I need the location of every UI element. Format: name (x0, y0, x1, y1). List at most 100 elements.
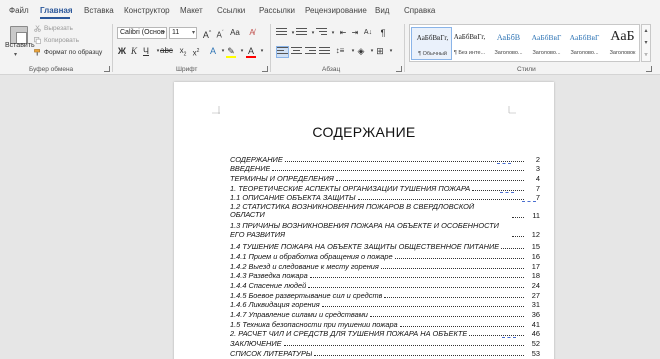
tab-home[interactable]: Главная (40, 6, 73, 15)
toc-entry[interactable]: 1. ТЕОРЕТИЧЕСКИЕ АСПЕКТЫ ОРГАНИЗАЦИИ ТУШ… (230, 183, 540, 193)
toc-entry[interactable]: 2. РАСЧЕТ ЧИЛ И СРЕДСТВ ДЛЯ ТУШЕНИЯ ПОЖА… (230, 329, 540, 339)
bullets-icon[interactable] (276, 28, 287, 38)
chevron-down-icon[interactable]: ▾ (642, 37, 650, 49)
toc-dot-leader (369, 315, 524, 317)
tab-layout[interactable]: Макет (180, 6, 203, 15)
toc-entry[interactable]: ТЕРМИНЫ И ОПРЕДЕЛЕНИЯ 4 (230, 173, 540, 183)
toc-entry[interactable]: 1.4.2 Выезд и следование к месту горения… (230, 261, 540, 271)
toc-dot-leader (380, 267, 524, 269)
tab-design[interactable]: Конструктор (124, 6, 170, 15)
toc-entry[interactable]: ВВЕДЕНИЕ 3 (230, 164, 540, 173)
toc-entry[interactable]: 1.4.4 Спасение людей 24 (230, 280, 540, 290)
clipboard-launcher-icon[interactable] (104, 66, 110, 72)
cut-button[interactable]: Вырезать (34, 25, 73, 32)
tab-view[interactable]: Вид (375, 6, 389, 15)
font-launcher-icon[interactable] (262, 66, 268, 72)
chevron-down-icon[interactable]: ▾ (385, 45, 397, 57)
style-heading-3[interactable]: АаБбВвГ Заголово... (564, 27, 605, 60)
clipboard-group-label: Буфер обмена (29, 66, 74, 73)
show-formatting-icon[interactable]: ¶ (377, 27, 389, 39)
toc-entry[interactable]: 1.4.6 Ликвидация горения 31 (230, 300, 540, 309)
tab-mailings[interactable]: Рассылки (259, 6, 295, 15)
tab-insert[interactable]: Вставка (84, 6, 114, 15)
document-area[interactable]: СОДЕРЖАНИЕ СОДЕРЖАНИЕ 2 ВВЕДЕНИЕ 3 ТЕРМИНЫ И… (0, 76, 660, 359)
style-name: Заголово... (494, 50, 523, 56)
copy-label: Копировать (44, 37, 79, 44)
style-name: ¶ Без инте... (453, 50, 486, 56)
shrink-font-icon[interactable]: Aˇ (214, 27, 226, 42)
format-painter-button[interactable]: Формат по образцу (34, 49, 102, 56)
chevron-up-icon[interactable]: ▴ (642, 25, 650, 37)
styles-gallery-scroll[interactable]: ▴ ▾ ▿ (641, 24, 651, 62)
chevron-down-icon: ▾ (161, 30, 165, 36)
subscript-icon[interactable]: x2 (177, 45, 189, 61)
toc-entry[interactable]: 1.4 ТУШЕНИЕ ПОЖАРА НА ОБЪЕКТЕ ЗАЩИТЫ ОБЩ… (230, 241, 540, 251)
underline-icon[interactable]: Ч (140, 45, 152, 57)
document-page[interactable]: СОДЕРЖАНИЕ СОДЕРЖАНИЕ 2 ВВЕДЕНИЕ 3 ТЕРМИНЫ И… (174, 82, 554, 359)
toc-entry[interactable]: ЗАКЛЮЧЕНИЕ 52 (230, 338, 540, 348)
tab-file[interactable]: Файл (9, 6, 29, 15)
style-name: Заголовок (609, 50, 636, 56)
italic-icon[interactable]: К (128, 45, 140, 57)
bold-icon[interactable]: Ж (116, 45, 128, 57)
toc-entry[interactable]: 1.1 ОПИСАНИЕ ОБЪЕКТА ЗАЩИТЫ 7 (230, 193, 540, 203)
toc-entry[interactable]: СПИСОК ЛИТЕРАТУРЫ 53 (230, 348, 540, 358)
copy-button[interactable]: Копировать (34, 37, 79, 44)
toc-entry[interactable]: 1.4.3 Разведка пожара 18 (230, 271, 540, 280)
tab-references[interactable]: Ссылки (217, 6, 245, 15)
multilevel-list-icon[interactable] (316, 28, 327, 38)
style-title[interactable]: АаБ Заголовок (602, 27, 643, 60)
toc-entry[interactable]: 1.4.7 Управление силами и средствами 36 (230, 309, 540, 319)
paste-button[interactable]: Вставить (5, 42, 35, 49)
style-name: Заголово... (570, 50, 599, 56)
align-center-icon[interactable] (291, 47, 302, 57)
font-size-select[interactable]: 11 ▾ (169, 27, 197, 39)
toc-entry[interactable]: 1.5 Техника безопасности при тушении пож… (230, 319, 540, 329)
toc-entry-text: 1.4.1 Прием и обработка обращения о пожа… (230, 251, 393, 261)
tab-review[interactable]: Рецензирование (305, 6, 367, 15)
toc-entry[interactable]: СОДЕРЖАНИЕ 2 (230, 154, 540, 164)
toc-page-number: 41 (531, 319, 540, 329)
toc-page-number: 16 (531, 251, 540, 261)
toc-entry-text: 1.5 Техника безопасности при тушении пож… (230, 319, 398, 329)
strikethrough-icon[interactable]: abc (160, 45, 173, 57)
style-heading-1[interactable]: АаБбВ Заголово... (488, 27, 529, 60)
tab-help[interactable]: Справка (404, 6, 435, 15)
chevron-down-icon[interactable]: ▾ (256, 45, 268, 57)
paintbrush-icon (34, 49, 40, 56)
align-left-icon[interactable] (276, 46, 289, 58)
toc-entry[interactable]: 1.4.1 Прием и обработка обращения о пожа… (230, 251, 540, 261)
toc-entry[interactable]: 1.4.5 Боевое развертывание сил и средств… (230, 290, 540, 300)
sort-icon[interactable]: A↓ (362, 27, 374, 39)
line-spacing-icon[interactable]: ↕≡ (334, 45, 346, 57)
toc-entry-text: 1. ТЕОРЕТИЧЕСКИЕ АСПЕКТЫ ОРГАНИЗАЦИИ ТУШ… (230, 183, 471, 193)
active-tab-indicator (40, 17, 70, 19)
clear-formatting-icon[interactable]: A̸ (246, 27, 258, 39)
superscript-icon[interactable]: x2 (190, 45, 202, 60)
decrease-indent-icon[interactable]: ⇤ (337, 27, 349, 39)
toc-entry-text: 2. РАСЧЕТ ЧИЛ И СРЕДСТВ ДЛЯ ТУШЕНИЯ ПОЖА… (230, 329, 468, 339)
chevron-down-icon[interactable]: ▾ (14, 51, 17, 58)
style-no-spacing[interactable]: АаБбВвГг, ¶ Без инте... (449, 27, 490, 60)
styles-launcher-icon[interactable] (646, 66, 652, 72)
toc-page-number: 4 (535, 174, 540, 184)
toc-entry[interactable]: 1.3 ПРИЧИНЫ ВОЗНИКНОВЕНИЯ ПОЖАРА НА ОБЪЕ… (230, 222, 540, 239)
margin-mark-icon (212, 106, 220, 114)
grow-font-icon[interactable]: A^ (201, 27, 213, 41)
justify-icon[interactable] (319, 47, 330, 57)
style-normal[interactable]: АаБбВвГг, ¶ Обычный (411, 27, 452, 60)
paragraph-launcher-icon[interactable] (396, 66, 402, 72)
toc-dot-leader (308, 286, 524, 288)
align-right-icon[interactable] (305, 47, 316, 57)
style-name: Заголово... (532, 50, 561, 56)
style-sample: АаБбВ (496, 33, 521, 42)
toc-entry-text: 1.4.7 Управление силами и средствами (230, 309, 368, 319)
style-heading-2[interactable]: АаБбВвГ Заголово... (526, 27, 567, 60)
font-name-select[interactable]: Calibri (Основ ▾ (117, 27, 167, 39)
cut-label: Вырезать (44, 25, 73, 32)
numbering-icon[interactable] (296, 28, 307, 38)
more-styles-icon[interactable]: ▿ (642, 49, 650, 61)
toc-entry[interactable]: 1.2 СТАТИСТИКА ВОЗНИКНОВЕННИЯ ПОЖАРОВ В … (230, 202, 540, 220)
increase-indent-icon[interactable]: ⇥ (349, 27, 361, 39)
change-case-icon[interactable]: Aa (229, 27, 241, 39)
